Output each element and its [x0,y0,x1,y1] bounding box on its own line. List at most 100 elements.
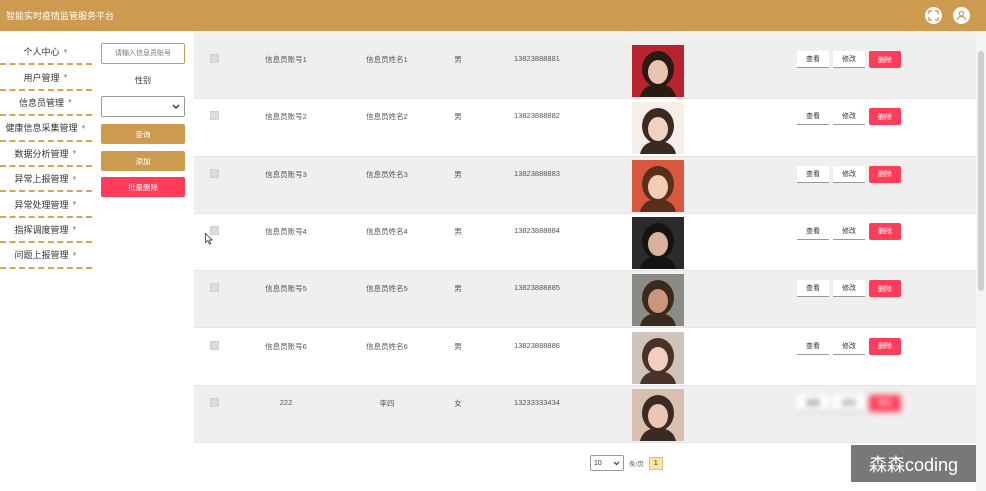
gender-label: 性别 [135,76,151,85]
account-cell: 222 [279,397,293,407]
name-cell: 李四 [379,398,395,408]
view-button[interactable]: 查看 [797,222,829,240]
table-row: 信息员账号3 信息员姓名3 男 13823888883 查看 修改 删除 [194,156,976,214]
row-checkbox[interactable] [210,54,219,63]
add-button[interactable]: 添加 [101,151,185,171]
gender-cell: 男 [454,226,462,236]
view-button[interactable]: 查看 [797,280,829,298]
row-checkbox[interactable] [210,283,219,293]
view-button[interactable]: 查看 [797,394,829,412]
avatar [632,216,684,269]
user-icon[interactable] [953,7,970,24]
mouse-cursor-icon [205,233,213,245]
row-checkbox[interactable] [210,168,219,178]
view-button[interactable]: 查看 [797,165,829,183]
sidebar-item-health-info[interactable]: 健康信息采集管理 ▼ [0,116,92,142]
search-input[interactable] [101,43,185,64]
name-cell: 信息员姓名1 [366,55,408,64]
sidebar-item-label: 健康信息采集管理 [5,123,78,134]
view-button[interactable]: 查看 [797,51,829,68]
name-cell: 信息员姓名5 [366,284,408,294]
edit-button[interactable]: 修改 [833,51,865,68]
scrollbar-thumb[interactable] [978,51,984,291]
sidebar-item-anomaly-report[interactable]: 异常上报管理 ▼ [0,167,92,193]
delete-button[interactable]: 删除 [869,165,901,183]
sidebar-item-personal-center[interactable]: 个人中心 ▼ [0,40,92,66]
page-size-value: 10 [594,459,602,467]
row-checkbox[interactable] [210,340,219,350]
per-page-label: 条/页 [629,461,644,468]
gender-cell: 男 [454,55,462,64]
sidebar: 个人中心 ▼ 用户管理 ▼ 信息员管理 ▼ 健康信息采集管理 ▼ 数据分析管理 ▼ 异常上… [0,40,92,269]
chevron-down-icon: ▼ [71,150,78,157]
avatar [632,102,684,155]
table-row: 信息员账号4 信息员姓名4 男 13823888884 查看 修改 删除 [194,214,976,272]
sidebar-item-label: 信息员管理 [19,97,65,108]
phone-cell: 13823888881 [514,54,560,63]
chevron-down-icon: ▼ [71,251,78,258]
account-cell: 信息员账号3 [265,169,307,179]
sidebar-item-data-analysis[interactable]: 数据分析管理 ▼ [0,142,92,167]
avatar [632,274,684,327]
row-checkbox[interactable] [210,111,219,121]
chevron-down-icon: ▼ [62,48,69,55]
edit-button[interactable]: 修改 [833,394,865,412]
table-header-strip [194,31,976,42]
chevron-down-icon: ▼ [71,175,78,182]
top-bar: 智能实时疫情监管服务平台 [0,0,986,31]
sidebar-item-label: 数据分析管理 [14,148,69,159]
view-button[interactable]: 查看 [797,337,829,355]
sidebar-item-label: 异常处理管理 [14,199,69,210]
sidebar-item-label: 问题上报管理 [14,250,69,261]
sidebar-item-anomaly-handling[interactable]: 异常处理管理 ▼ [0,192,92,218]
edit-button[interactable]: 修改 [833,280,865,298]
avatar [632,45,684,97]
delete-button[interactable]: 删除 [869,337,901,355]
phone-cell: 13823888886 [514,340,560,350]
scrollbar[interactable] [976,31,986,491]
delete-button[interactable]: 删除 [869,394,901,412]
gender-cell: 男 [454,169,462,179]
row-checkbox[interactable] [210,397,219,407]
sidebar-item-label: 异常上报管理 [14,174,69,185]
edit-button[interactable]: 修改 [833,222,865,240]
query-button[interactable]: 查询 [101,124,185,144]
phone-cell: 13823888884 [514,225,560,235]
edit-button[interactable]: 修改 [833,108,865,126]
sidebar-item-issue-report[interactable]: 问题上报管理 ▼ [0,243,92,269]
phone-cell: 13233333434 [514,397,560,407]
sidebar-item-informant-management[interactable]: 信息员管理 ▼ [0,91,92,117]
gender-cell: 男 [454,341,462,351]
gender-select[interactable] [101,96,185,117]
informant-table: 信息员账号1 信息员姓名1 男 13823888881 查看 修改 删除 信息员账号2 信息员姓… [194,31,976,444]
name-cell: 信息员姓名2 [366,112,408,122]
edit-button[interactable]: 修改 [833,165,865,183]
table-row: 信息员账号1 信息员姓名1 男 13823888881 查看 修改 删除 [194,42,976,100]
name-cell: 信息员姓名4 [366,226,408,236]
fullscreen-icon[interactable] [925,7,942,24]
delete-button[interactable]: 删除 [869,51,901,68]
phone-cell: 13823888885 [514,283,560,293]
avatar [632,388,684,441]
page-size-select[interactable]: 10 [590,455,624,471]
phone-cell: 13823888883 [514,168,560,178]
edit-button[interactable]: 修改 [833,337,865,355]
page-number-current[interactable]: 1 [648,456,663,470]
chevron-down-icon: ▼ [62,74,69,81]
sidebar-item-label: 指挥调度管理 [14,224,69,235]
view-button[interactable]: 查看 [797,108,829,126]
table-row: 信息员账号5 信息员姓名5 男 13823888885 查看 修改 删除 [194,271,976,329]
phone-cell: 13823888882 [514,111,560,121]
chevron-down-icon: ▼ [80,124,87,131]
avatar [632,159,684,212]
delete-button[interactable]: 删除 [869,108,901,126]
account-cell: 信息员账号1 [265,55,307,64]
pagination: 10 条/页 1 [590,455,663,471]
account-cell: 信息员账号5 [265,284,307,294]
delete-button[interactable]: 删除 [869,222,901,240]
delete-button[interactable]: 删除 [869,280,901,298]
sidebar-item-user-management[interactable]: 用户管理 ▼ [0,65,92,91]
app-title: 智能实时疫情监管服务平台 [6,11,115,21]
sidebar-item-dispatch[interactable]: 指挥调度管理 ▼ [0,218,92,244]
batch-delete-button[interactable]: 批量删除 [101,177,185,197]
